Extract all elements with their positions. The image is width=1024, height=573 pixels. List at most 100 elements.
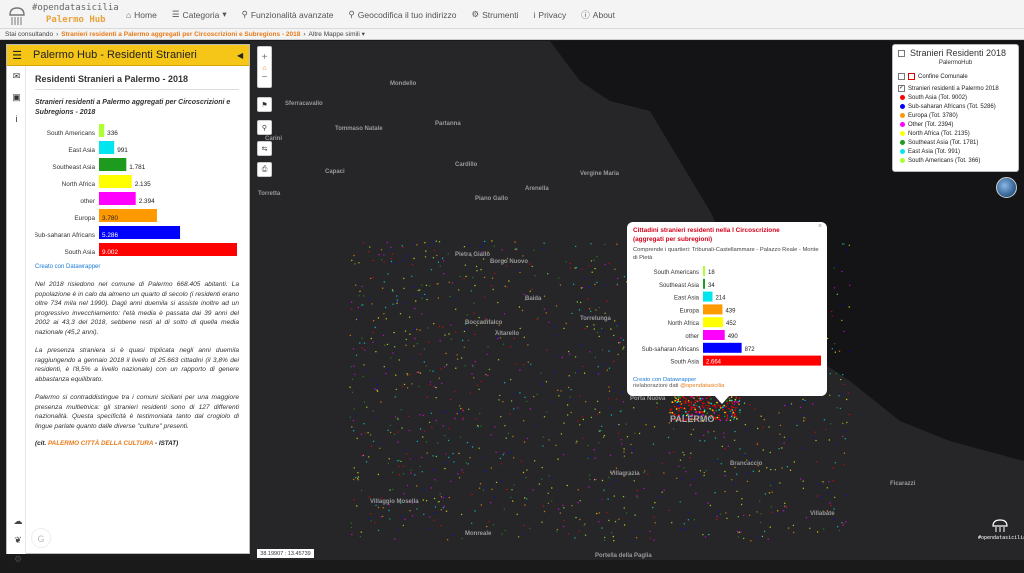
resident-dot [584,534,587,536]
nav-item-home[interactable]: ⌂ Home [126,10,157,20]
legend-toggle-checkbox[interactable] [898,49,905,57]
resident-dot [590,310,592,313]
resident-dot [363,342,366,344]
nav-item-about[interactable]: ⓘ About [581,9,615,21]
resident-dot [553,371,555,374]
resident-dot [522,255,524,257]
resident-dot [423,361,425,363]
resident-dot [752,470,755,472]
resident-dot [506,488,508,491]
hamburger-menu-icon[interactable]: ☰ [7,49,27,62]
locate-marker-button[interactable]: ⚑ [257,97,272,112]
resident-dot [435,419,437,422]
resident-dot [559,512,561,514]
search-button[interactable]: ⚲ [257,120,272,135]
resident-dot [730,408,732,411]
resident-dot [614,320,616,322]
resident-dot [693,404,695,406]
resident-dot [510,496,512,498]
resident-dot [438,501,440,503]
legend-item-label: Southeast Asia (Tot. 1781) [908,139,979,146]
resident-dot [683,454,685,456]
resident-dot [709,504,712,507]
resident-dot [771,482,774,485]
resident-dot [698,406,700,408]
measure-button[interactable]: ⇆ [257,141,272,156]
datawrapper-link[interactable]: Creato con Datawrapper [35,264,239,270]
resident-dot [351,308,353,310]
resident-dot [380,401,382,403]
resident-dot [669,409,672,412]
leaf-icon[interactable]: ❦ [9,535,27,554]
resident-dot [449,295,451,298]
cloud-icon[interactable]: ☁ [9,516,27,535]
image-icon[interactable]: ▣ [7,87,26,108]
resident-dot [555,334,557,336]
resident-dot [529,527,531,529]
resident-dot [621,391,623,393]
nav-item-geocodifica-il-tuo-indirizzo[interactable]: ⚲ Geocodifica il tuo indirizzo [349,9,457,20]
residents-layer-checkbox[interactable]: ✓ [898,85,905,92]
resident-dot [757,427,759,430]
popup-close-icon[interactable]: × [818,223,822,230]
boundary-layer-checkbox[interactable] [898,73,905,80]
resident-dot [486,353,488,355]
resident-dot [424,293,426,296]
nav-item-funzionalit-avanzate[interactable]: ⚲ Funzionalità avanzate [242,9,334,20]
resident-dot [416,508,418,510]
resident-dot [519,271,521,274]
resident-dot [349,416,352,418]
resident-dot [433,519,435,521]
resident-dot [567,533,570,535]
resident-dot [367,518,370,520]
resident-dot [687,399,690,402]
nav-item-categoria[interactable]: ☰ Categoria ▾ [172,9,227,20]
bar-category-label: Europa [680,308,700,314]
home-extent-button[interactable]: ⌂ [258,62,271,75]
nav-item-privacy[interactable]: i Privacy [534,10,567,20]
message-icon[interactable]: ✉ [7,66,26,87]
nav-item-strumenti[interactable]: ⚙ Strumenti [472,9,519,20]
resident-dot [356,437,358,440]
resident-dot [353,498,355,501]
resident-dot [517,536,520,538]
resident-dot [391,289,394,291]
brand-logo[interactable]: #opendatasicilia Palermo Hub [6,2,126,28]
resident-dot [744,452,746,454]
resident-dot [604,312,606,314]
resident-dot [462,408,464,411]
print-button[interactable]: ⎙ [257,162,272,177]
basemap-switch-globe-icon[interactable] [996,177,1017,198]
resident-dot [778,412,780,414]
settings-icon[interactable]: ⚙ [9,554,27,573]
resident-dot [608,350,610,352]
resident-dot [596,281,598,284]
collapse-panel-icon[interactable]: ◀ [237,51,249,60]
resident-dot [734,430,736,433]
resident-dot [394,346,396,348]
map-place-label: Pietra Giallo [455,252,491,258]
resident-dot [358,262,360,264]
resident-dot [833,287,836,289]
resident-dot [617,277,619,280]
resident-dot [411,357,413,359]
breadcrumb-current-link[interactable]: Stranieri residenti a Palermo aggregati … [61,31,300,38]
resident-dot [482,489,485,491]
similar-maps-dropdown[interactable]: Altre Mappe simili ▾ [309,30,365,38]
credit-link[interactable]: PALERMO CITTÀ DELLA CULTURA [48,440,153,447]
resident-dot [700,399,702,402]
resident-dot [623,455,626,457]
map-place-label: Arenella [525,186,549,192]
resident-dot [478,487,481,489]
resident-dot [754,408,756,410]
resident-dot [471,364,474,366]
popup-handle-link[interactable]: @opendatasicilia [680,383,724,389]
resident-dot [737,516,739,518]
resident-dot [718,414,720,417]
info-icon[interactable]: i [7,108,26,129]
resident-dot [387,462,389,464]
legend-item: Other (Tot. 2394) [898,120,1013,129]
breadcrumb: Stai consultando › Stranieri residenti a… [0,29,1024,40]
grammarly-icon[interactable]: G [31,528,51,548]
resident-dot [461,538,463,540]
